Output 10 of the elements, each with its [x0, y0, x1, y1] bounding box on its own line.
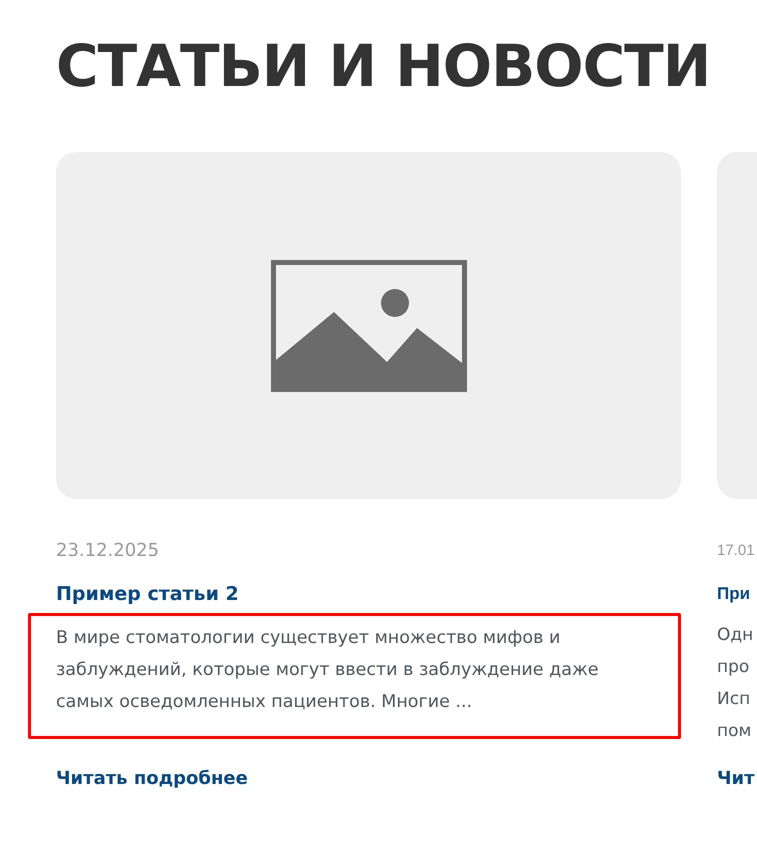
read-more-link[interactable]: Читать подробнее: [56, 767, 681, 791]
article-date: 23.12.2025: [56, 539, 160, 563]
article-date: 17.01: [717, 541, 756, 561]
article-title-link[interactable]: Пример статьи 2: [56, 581, 681, 607]
section-heading: СТАТЬИ И НОВОСТИ: [56, 31, 712, 102]
image-placeholder-icon: [270, 260, 466, 392]
read-more-link[interactable]: Чит: [717, 767, 757, 791]
article-excerpt: Одн про Исп пом: [717, 624, 754, 739]
article-excerpt: В мире стоматологии существует множество мифов и заблуждений, которые могут ввести в заблуждение даже самых осведомленных пациентов. Многие ...: [28, 613, 681, 739]
article-title-link[interactable]: При: [717, 581, 757, 607]
